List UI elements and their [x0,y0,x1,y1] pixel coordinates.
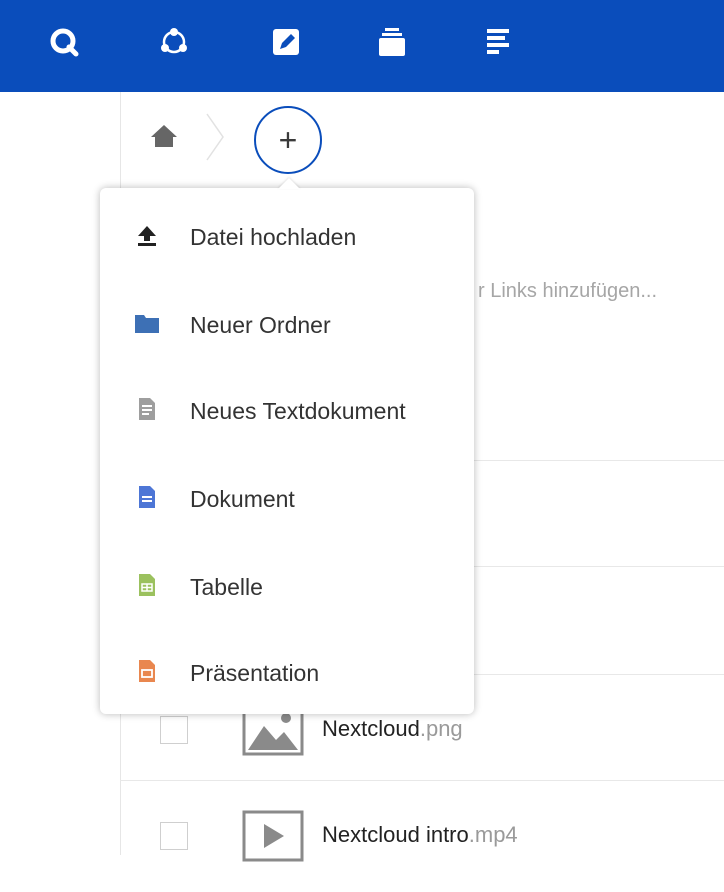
menu-item-document[interactable]: Dokument [100,454,474,540]
table-row[interactable]: Nextcloud intro.mp4 [120,786,724,892]
search-app-icon[interactable] [44,22,84,62]
tasks-app-icon[interactable] [478,22,518,62]
menu-item-upload-file[interactable]: Datei hochladen [100,192,474,278]
breadcrumb-separator-icon [204,112,226,167]
menu-item-new-text-document[interactable]: Neues Textdokument [100,366,474,452]
menu-item-label: Dokument [190,486,295,512]
menu-item-label: Tabelle [190,574,263,600]
menu-arrow [278,178,300,189]
deck-app-icon[interactable] [372,22,412,62]
home-icon[interactable] [148,120,180,152]
new-item-menu: Datei hochladen Neuer Ordner Neues Textd… [100,178,474,714]
presentation-icon [134,658,160,684]
text-file-icon [134,396,160,422]
folder-icon [134,310,160,336]
file-name[interactable]: Nextcloud intro.mp4 [322,822,518,848]
menu-item-presentation[interactable]: Präsentation [100,628,474,714]
menu-item-label: Neuer Ordner [190,312,331,338]
add-description-placeholder[interactable]: r Links hinzufügen... [478,280,657,303]
menu-item-label: Datei hochladen [190,224,357,250]
plus-icon: + [278,122,298,158]
select-checkbox[interactable] [160,716,188,744]
menu-item-label: Neues Textdokument [190,398,406,424]
upload-icon [134,222,160,248]
breadcrumb: + [120,92,724,182]
top-header-bar [0,0,724,92]
activity-app-icon[interactable] [154,22,194,62]
menu-item-new-folder[interactable]: Neuer Ordner [100,280,474,366]
menu-item-label: Präsentation [190,660,320,686]
video-file-icon [242,810,304,862]
menu-item-spreadsheet[interactable]: Tabelle [100,542,474,628]
spreadsheet-icon [134,572,160,598]
document-icon [134,484,160,510]
notes-app-icon[interactable] [266,22,306,62]
file-name[interactable]: Nextcloud.png [322,716,463,742]
select-checkbox[interactable] [160,822,188,850]
new-button[interactable]: + [254,106,322,174]
